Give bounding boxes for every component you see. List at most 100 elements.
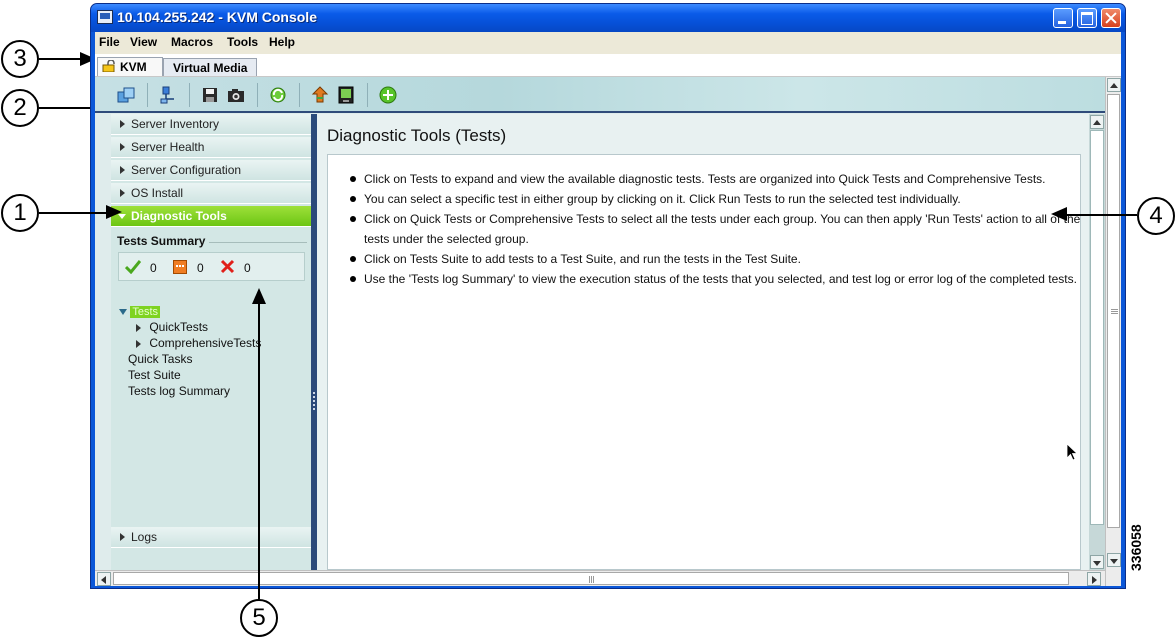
callout-2: 2	[1, 89, 39, 127]
callout-4-arrowhead	[1051, 207, 1067, 221]
macro-keys-icon[interactable]	[117, 86, 135, 104]
instructions-box: Click on Tests to expand and view the av…	[327, 154, 1081, 570]
splitter-grip[interactable]	[313, 392, 315, 412]
scroll-thumb[interactable]	[1107, 94, 1120, 528]
chevron-right-icon	[120, 166, 125, 174]
nav-label: Server Health	[131, 140, 205, 154]
instruction-item: You can select a specific test in either…	[348, 189, 1084, 209]
nav-logs[interactable]: Logs	[111, 527, 311, 548]
page-title: Diagnostic Tools (Tests)	[327, 126, 507, 145]
chevron-down-icon	[119, 308, 127, 315]
window-title: 10.104.255.242 - KVM Console	[117, 9, 317, 25]
callout-4: 4	[1137, 197, 1175, 235]
tree-node-quicktests[interactable]: QuickTests	[136, 320, 208, 334]
content-panel: Diagnostic Tools (Tests) Click on Tests …	[317, 114, 1105, 570]
menu-help[interactable]: Help	[269, 35, 295, 49]
tree-node-test-suite[interactable]: Test Suite	[128, 368, 181, 382]
arrow-down-icon	[1110, 559, 1118, 564]
nav-label: Server Inventory	[131, 117, 220, 131]
tree-node-tests-log-summary[interactable]: Tests log Summary	[128, 384, 230, 398]
arrow-right-icon	[1092, 576, 1097, 584]
nav-label: Diagnostic Tools	[131, 209, 227, 223]
tab-strip: KVM Virtual Media	[95, 54, 1121, 77]
callout-3: 3	[1, 40, 39, 78]
figure-id: 336058	[1128, 524, 1144, 571]
callout-1-leader	[39, 212, 111, 214]
camera-icon[interactable]	[227, 86, 245, 104]
scroll-left-button[interactable]	[97, 572, 111, 586]
tab-virtual-media[interactable]: Virtual Media	[163, 58, 257, 76]
content-vertical-scrollbar[interactable]	[1089, 114, 1105, 570]
instructions-list: Click on Tests to expand and view the av…	[348, 169, 1084, 289]
scroll-down-button[interactable]	[1090, 555, 1104, 569]
maximize-button[interactable]	[1077, 8, 1097, 28]
thumb-grip	[589, 576, 595, 583]
help-icon[interactable]	[379, 86, 397, 104]
nav-label: Logs	[131, 530, 158, 544]
menu-view[interactable]: View	[130, 35, 157, 49]
minimize-button[interactable]	[1053, 8, 1073, 28]
instruction-item: Click on Quick Tests or Comprehensive Te…	[348, 209, 1084, 249]
refresh-icon[interactable]	[269, 86, 287, 104]
callout-1: 1	[1, 194, 39, 232]
scroll-up-button[interactable]	[1107, 78, 1121, 92]
tree-node-label: QuickTests	[149, 320, 209, 334]
network-connection-icon[interactable]	[159, 86, 177, 104]
scroll-thumb[interactable]	[113, 572, 1069, 585]
arrow-up-icon	[1093, 120, 1101, 125]
tab-virtual-media-label: Virtual Media	[173, 61, 248, 75]
kvm-content: Server Inventory Server Health Server Co…	[95, 77, 1105, 570]
tab-kvm[interactable]: KVM	[97, 57, 163, 76]
callout-5-arrowhead	[252, 288, 266, 304]
close-button[interactable]	[1101, 8, 1121, 28]
tree-node-label: ComprehensiveTests	[149, 336, 262, 350]
toolbar-separator	[367, 83, 368, 107]
scroll-thumb[interactable]	[1090, 130, 1104, 525]
tree-node-quick-tasks[interactable]: Quick Tasks	[128, 352, 192, 366]
toolbar-separator	[189, 83, 190, 107]
arrow-up-icon	[1110, 83, 1118, 88]
menu-macros[interactable]: Macros	[171, 35, 213, 49]
scroll-up-button[interactable]	[1090, 115, 1104, 129]
save-icon[interactable]	[201, 86, 219, 104]
failed-count: 0	[244, 261, 251, 275]
nav-label: OS Install	[131, 186, 184, 200]
monitor-icon[interactable]	[337, 86, 355, 104]
tree-node-comprehensivetests[interactable]: ComprehensiveTests	[136, 336, 261, 350]
menu-tools[interactable]: Tools	[227, 35, 258, 49]
thumb-grip	[1111, 309, 1118, 314]
window-horizontal-scrollbar[interactable]	[95, 570, 1105, 586]
nav-server-configuration[interactable]: Server Configuration	[111, 160, 311, 181]
arrow-left-icon	[101, 576, 106, 584]
callout-5: 5	[240, 599, 278, 637]
tests-summary-title: Tests Summary	[117, 234, 206, 248]
in-progress-icon	[173, 260, 187, 274]
instruction-item: Click on Tests to expand and view the av…	[348, 169, 1084, 189]
passed-count: 0	[150, 261, 157, 275]
upload-icon[interactable]	[311, 86, 329, 104]
scroll-down-button[interactable]	[1107, 553, 1121, 567]
menu-file[interactable]: File	[99, 35, 120, 49]
kvm-console-window: 10.104.255.242 - KVM Console File View M…	[90, 3, 1126, 589]
mouse-pointer-icon	[1066, 443, 1078, 461]
group-divider	[209, 242, 307, 243]
nav-os-install[interactable]: OS Install	[111, 183, 311, 204]
nav-server-inventory[interactable]: Server Inventory	[111, 114, 311, 135]
nav-server-health[interactable]: Server Health	[111, 137, 311, 158]
toolbar-separator	[147, 83, 148, 107]
chevron-right-icon	[120, 189, 125, 197]
toolbar-separator	[257, 83, 258, 107]
chevron-right-icon	[120, 533, 125, 541]
scroll-right-button[interactable]	[1087, 572, 1101, 586]
callout-1-arrowhead	[106, 205, 122, 219]
instruction-item: Click on Tests Suite to add tests to a T…	[348, 249, 1084, 269]
nav-diagnostic-tools[interactable]: Diagnostic Tools	[111, 206, 311, 227]
tree-node-tests[interactable]: Tests	[119, 304, 161, 318]
window-vertical-scrollbar[interactable]	[1105, 77, 1121, 586]
title-bar[interactable]: 10.104.255.242 - KVM Console	[91, 4, 1125, 32]
lock-icon	[102, 60, 115, 72]
window-client: File View Macros Tools Help KVM Virtual …	[95, 32, 1121, 586]
chevron-right-icon	[120, 143, 125, 151]
check-icon	[125, 260, 141, 274]
callout-4-leader	[1066, 214, 1137, 216]
